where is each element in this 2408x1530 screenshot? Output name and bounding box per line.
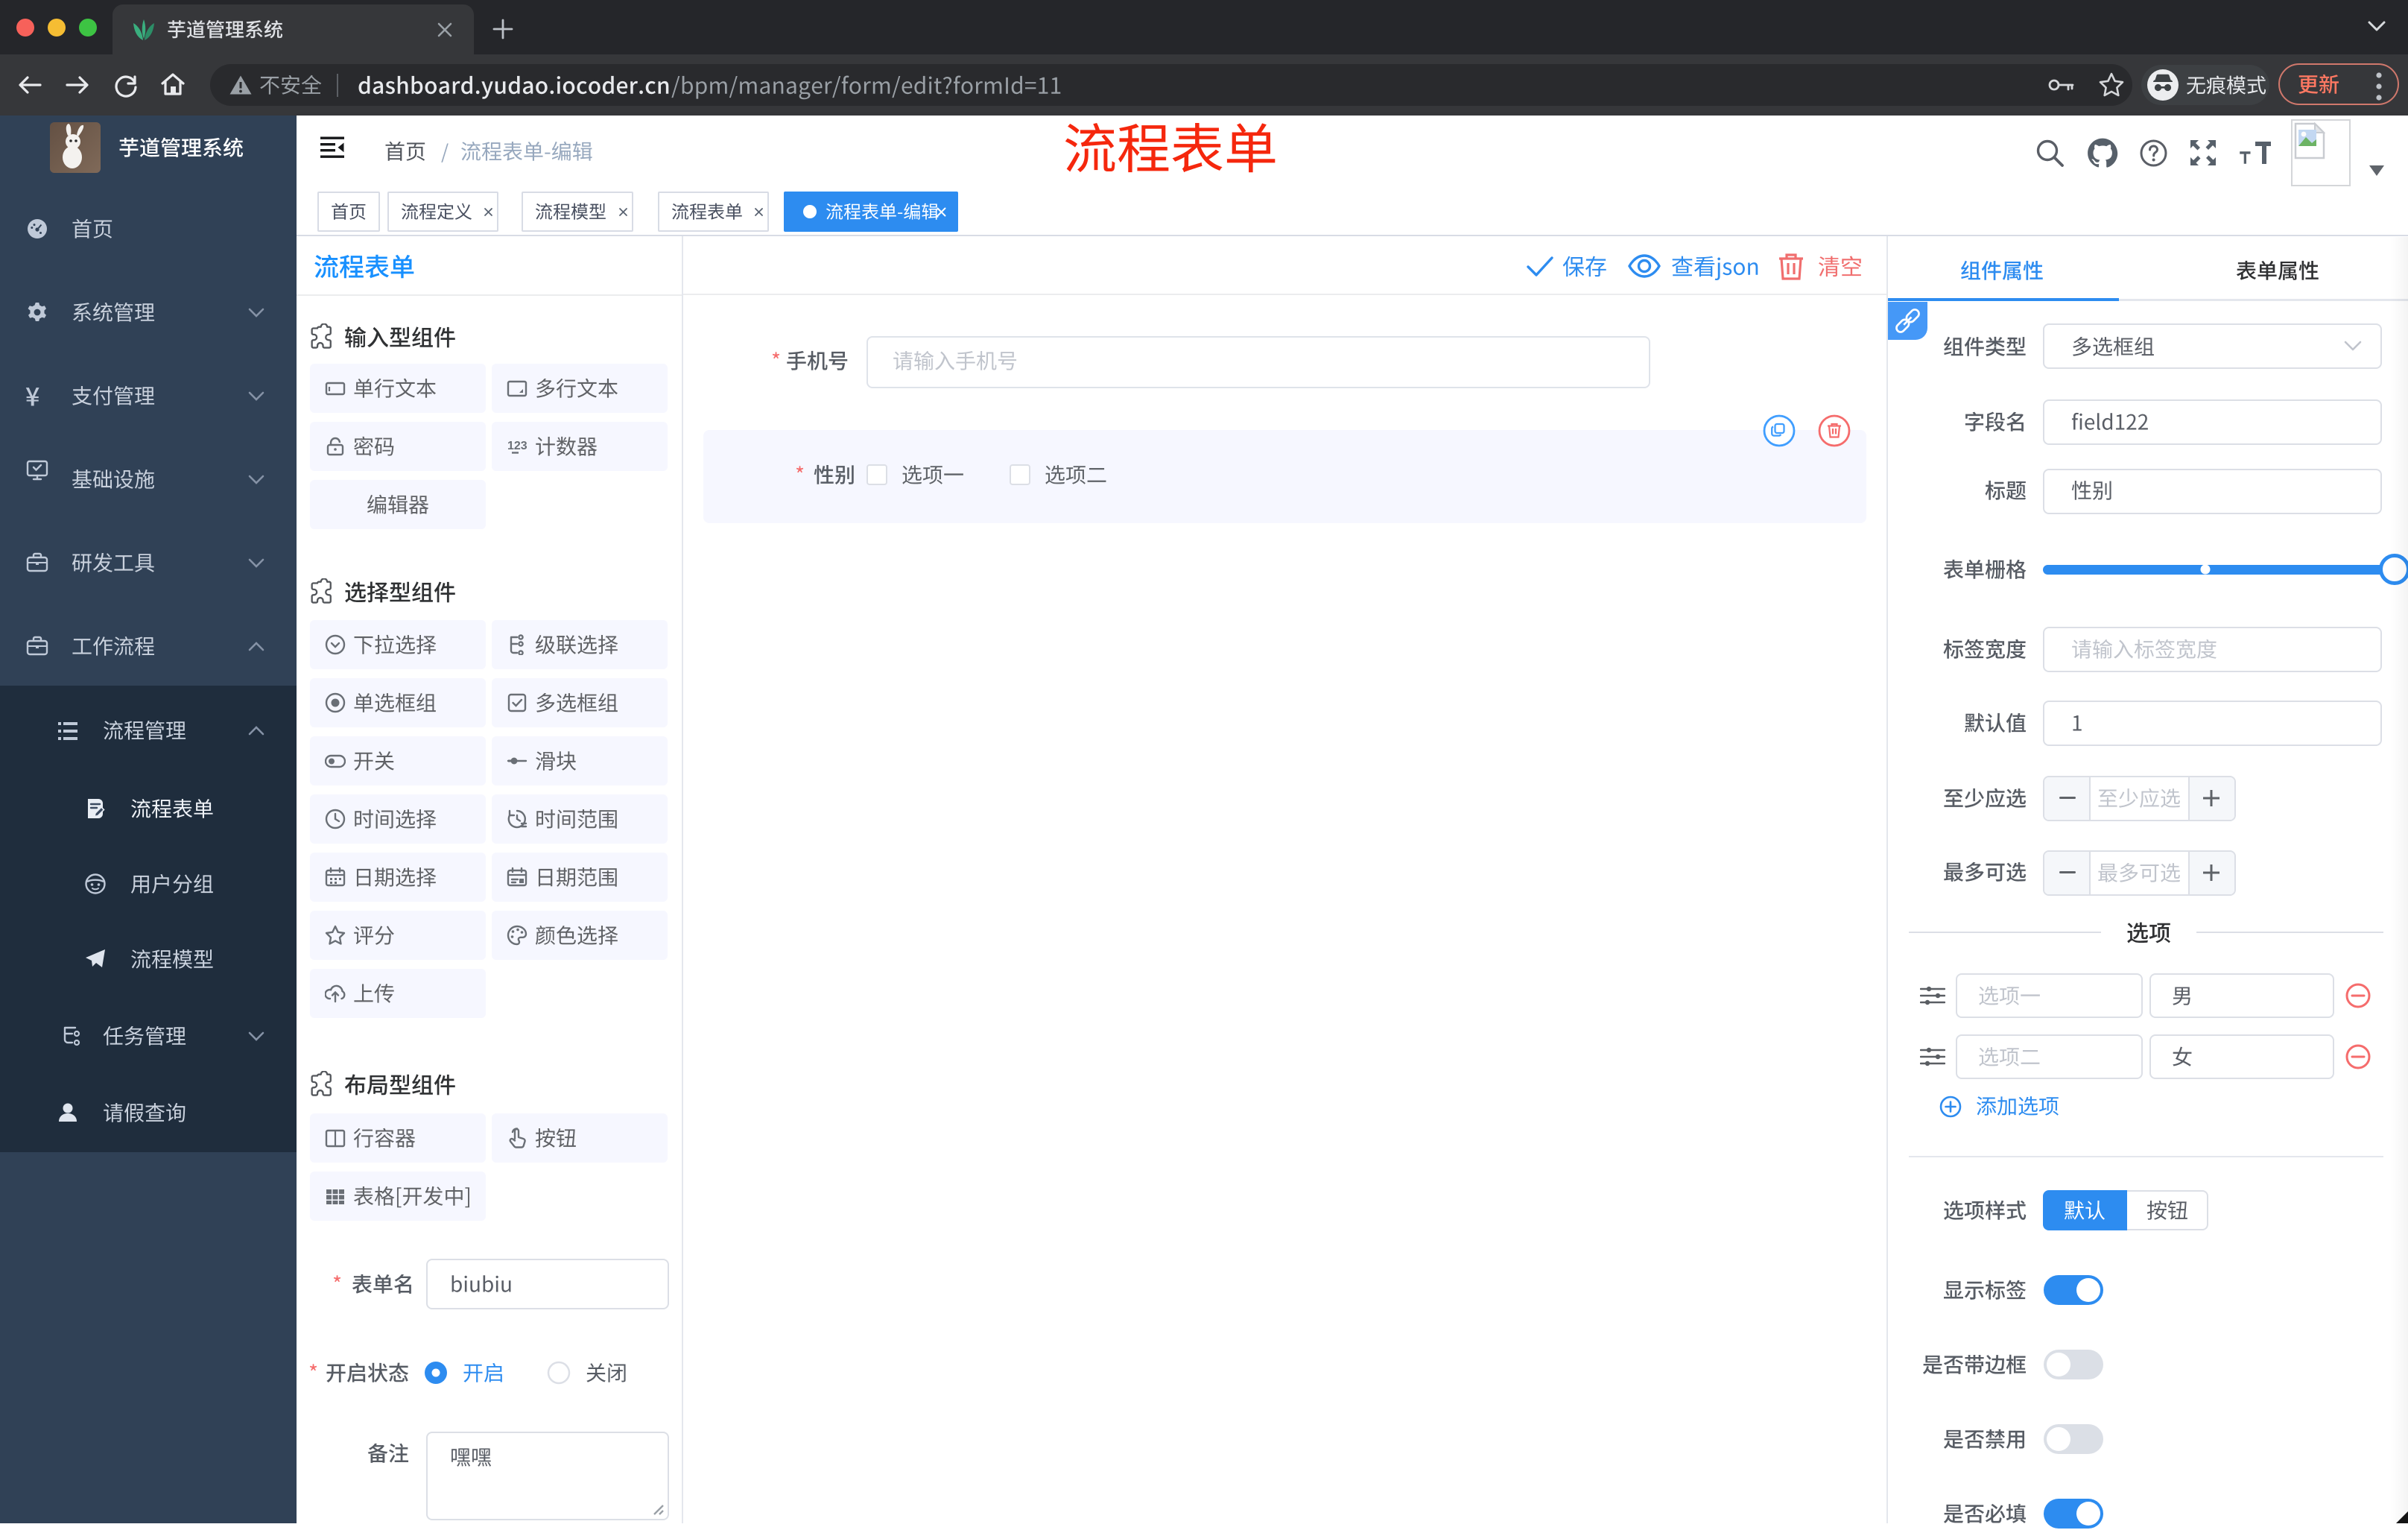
svg-text:123: 123 (507, 440, 527, 452)
